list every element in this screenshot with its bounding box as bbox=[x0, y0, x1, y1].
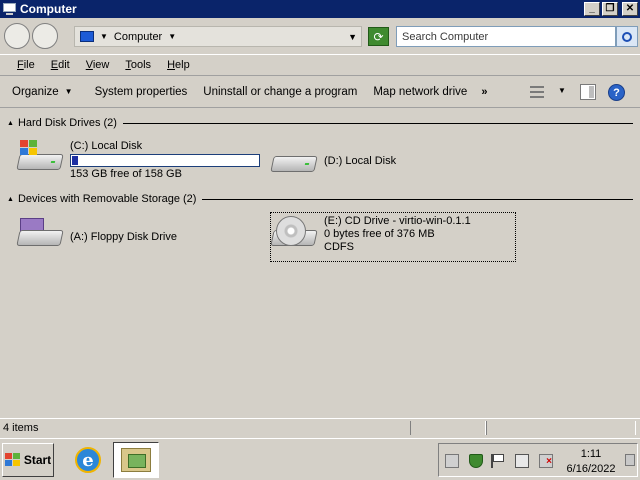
system-properties-button[interactable]: System properties bbox=[95, 86, 188, 98]
menu-file[interactable]: File bbox=[17, 59, 35, 71]
drive-free-space: 153 GB free of 158 GB bbox=[70, 168, 182, 180]
collapse-icon[interactable]: ▲ bbox=[7, 196, 14, 203]
help-icon[interactable]: ? bbox=[608, 84, 625, 101]
cd-drive-icon bbox=[268, 214, 320, 256]
more-commands-button[interactable]: » bbox=[481, 86, 487, 98]
taskbar: Start e × 1:11 6/16/2022 bbox=[0, 438, 640, 480]
group-divider bbox=[122, 122, 633, 124]
status-bar: 4 items bbox=[0, 418, 640, 436]
internet-explorer-icon[interactable]: e bbox=[70, 443, 106, 477]
collapse-icon[interactable]: ▲ bbox=[7, 120, 14, 127]
drive-free-space: 0 bytes free of 376 MB bbox=[324, 228, 435, 240]
breadcrumb-computer[interactable]: Computer bbox=[114, 31, 162, 43]
system-tray: × 1:11 6/16/2022 bbox=[438, 443, 638, 477]
menu-view[interactable]: View bbox=[86, 59, 110, 71]
show-desktop-button[interactable] bbox=[625, 454, 635, 466]
computer-icon bbox=[80, 31, 94, 42]
capacity-fill bbox=[72, 156, 78, 165]
status-panel bbox=[486, 421, 636, 435]
drive-c[interactable]: (C:) Local Disk 153 GB free of 158 GB bbox=[14, 138, 260, 181]
chevron-down-icon[interactable]: ▼ bbox=[168, 32, 176, 41]
search-input[interactable]: Search Computer bbox=[396, 26, 616, 47]
printer-icon[interactable] bbox=[445, 454, 459, 468]
clock[interactable]: 1:11 6/16/2022 bbox=[559, 447, 623, 477]
drive-e[interactable]: (E:) CD Drive - virtio-win-0.1.1 0 bytes… bbox=[268, 214, 471, 256]
drive-name: (E:) CD Drive - virtio-win-0.1.1 bbox=[324, 215, 471, 227]
menu-bar: File Edit View Tools Help bbox=[0, 54, 640, 76]
views-icon[interactable] bbox=[530, 84, 546, 100]
uninstall-program-button[interactable]: Uninstall or change a program bbox=[203, 86, 357, 98]
menu-help[interactable]: Help bbox=[167, 59, 190, 71]
action-center-flag-icon[interactable] bbox=[491, 454, 505, 468]
minimize-button[interactable]: _ bbox=[584, 2, 600, 16]
refresh-icon[interactable]: ⟳ bbox=[368, 27, 389, 46]
search-icon[interactable] bbox=[616, 26, 638, 47]
back-button[interactable] bbox=[4, 23, 30, 49]
explorer-icon bbox=[121, 448, 151, 472]
drive-a[interactable]: (A:) Floppy Disk Drive bbox=[14, 214, 177, 256]
group-divider bbox=[202, 198, 633, 200]
group-header-hard-disks[interactable]: ▲ Hard Disk Drives (2) bbox=[0, 115, 640, 131]
organize-button[interactable]: Organize ▼ bbox=[12, 86, 73, 98]
clock-time: 1:11 bbox=[580, 448, 602, 460]
menu-edit[interactable]: Edit bbox=[51, 59, 70, 71]
window-title: Computer bbox=[20, 2, 77, 16]
shield-icon[interactable] bbox=[469, 454, 483, 468]
drive-filesystem: CDFS bbox=[324, 241, 354, 253]
windows-logo-icon bbox=[4, 453, 21, 467]
explorer-taskbar-button[interactable] bbox=[113, 442, 159, 478]
maximize-button[interactable]: ❐ bbox=[602, 2, 618, 16]
status-panel bbox=[410, 421, 486, 435]
hard-disk-icon bbox=[14, 138, 66, 180]
floppy-drive-icon bbox=[14, 214, 66, 256]
file-list[interactable]: ▲ Hard Disk Drives (2) (C:) Local Disk 1… bbox=[0, 108, 640, 418]
address-field[interactable]: ▼ Computer ▼ ▼ bbox=[74, 26, 362, 47]
clock-date: 6/16/2022 bbox=[566, 463, 616, 475]
drive-name: (C:) Local Disk bbox=[70, 140, 143, 152]
drive-d[interactable]: (D:) Local Disk bbox=[268, 140, 396, 182]
map-network-drive-button[interactable]: Map network drive bbox=[373, 86, 467, 98]
preview-pane-icon[interactable] bbox=[580, 84, 596, 100]
capacity-bar bbox=[70, 154, 260, 167]
group-header-removable[interactable]: ▲ Devices with Removable Storage (2) bbox=[0, 191, 640, 207]
network-icon[interactable] bbox=[515, 454, 529, 468]
forward-button[interactable] bbox=[32, 23, 58, 49]
status-item-count: 4 items bbox=[3, 421, 39, 434]
hard-disk-icon bbox=[268, 140, 320, 182]
chevron-down-icon: ▼ bbox=[64, 87, 73, 96]
close-button[interactable]: ✕ bbox=[622, 2, 638, 16]
volume-muted-icon[interactable]: × bbox=[539, 454, 553, 468]
title-bar[interactable]: Computer _ ❐ ✕ bbox=[0, 0, 640, 18]
computer-icon bbox=[2, 2, 18, 16]
breadcrumb-separator-icon[interactable]: ▼ bbox=[100, 32, 108, 41]
address-toolbar: ▼ Computer ▼ ▼ ⟳ Search Computer bbox=[0, 18, 640, 54]
menu-tools[interactable]: Tools bbox=[125, 59, 151, 71]
caption-buttons: _ ❐ ✕ bbox=[584, 2, 638, 16]
drive-name: (A:) Floppy Disk Drive bbox=[70, 231, 177, 243]
drive-name: (D:) Local Disk bbox=[324, 155, 397, 167]
start-button[interactable]: Start bbox=[2, 443, 54, 477]
address-dropdown-icon[interactable]: ▼ bbox=[348, 32, 357, 42]
chevron-down-icon[interactable]: ▼ bbox=[558, 86, 566, 95]
